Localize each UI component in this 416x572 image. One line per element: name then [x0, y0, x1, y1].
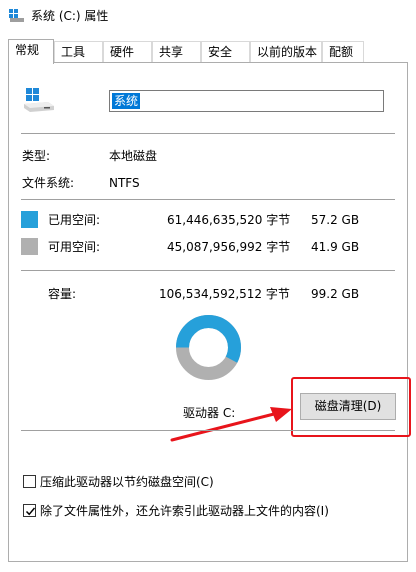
capacity-size: 99.2 GB [311, 287, 360, 301]
checkmark-icon [25, 507, 36, 516]
used-space-bytes: 61,446,635,520 字节 [167, 213, 291, 227]
drive-name-text: 系统 [112, 93, 141, 109]
title-bar: 系统 (C:) 属性 [0, 0, 416, 32]
disk-cleanup-button[interactable]: 磁盘清理(D) [300, 393, 396, 420]
annotation-arrow [170, 407, 292, 442]
tab-tools[interactable]: 工具 [54, 41, 103, 63]
drive-large-icon [24, 88, 54, 112]
compress-label: 压缩此驱动器以节约磁盘空间(C) [40, 475, 214, 489]
used-space-size: 57.2 GB [311, 213, 360, 227]
used-space-label: 已用空间: [48, 213, 101, 227]
type-label: 类型: [22, 149, 51, 163]
divider [21, 199, 395, 200]
tab-strip: 常规 工具 硬件 共享 安全 以前的版本 配额 [8, 39, 408, 64]
used-space-swatch [21, 211, 38, 228]
compress-checkbox[interactable] [23, 475, 36, 488]
index-checkbox[interactable] [23, 504, 36, 517]
fs-label: 文件系统: [22, 176, 75, 190]
tab-hardware[interactable]: 硬件 [103, 41, 152, 63]
tab-sharing[interactable]: 共享 [152, 41, 201, 63]
type-value: 本地磁盘 [109, 149, 158, 163]
tab-general[interactable]: 常规 [8, 39, 54, 64]
drive-name-input[interactable]: 系统 [109, 90, 384, 112]
drive-icon [9, 9, 24, 22]
tab-security[interactable]: 安全 [201, 41, 250, 63]
index-label: 除了文件属性外，还允许索引此驱动器上文件的内容(I) [40, 504, 329, 518]
tab-quota[interactable]: 配额 [322, 41, 364, 63]
divider [21, 133, 395, 134]
divider [21, 430, 395, 431]
free-space-swatch [21, 238, 38, 255]
divider [21, 270, 395, 271]
window-title: 系统 (C:) 属性 [31, 9, 109, 23]
free-space-size: 41.9 GB [311, 240, 360, 254]
tab-previous-versions[interactable]: 以前的版本 [250, 41, 322, 63]
capacity-label: 容量: [48, 287, 77, 301]
fs-value: NTFS [109, 176, 140, 190]
capacity-bytes: 106,534,592,512 字节 [159, 287, 290, 301]
free-space-bytes: 45,087,956,992 字节 [167, 240, 291, 254]
usage-donut-chart [176, 315, 241, 380]
free-space-label: 可用空间: [48, 240, 101, 254]
